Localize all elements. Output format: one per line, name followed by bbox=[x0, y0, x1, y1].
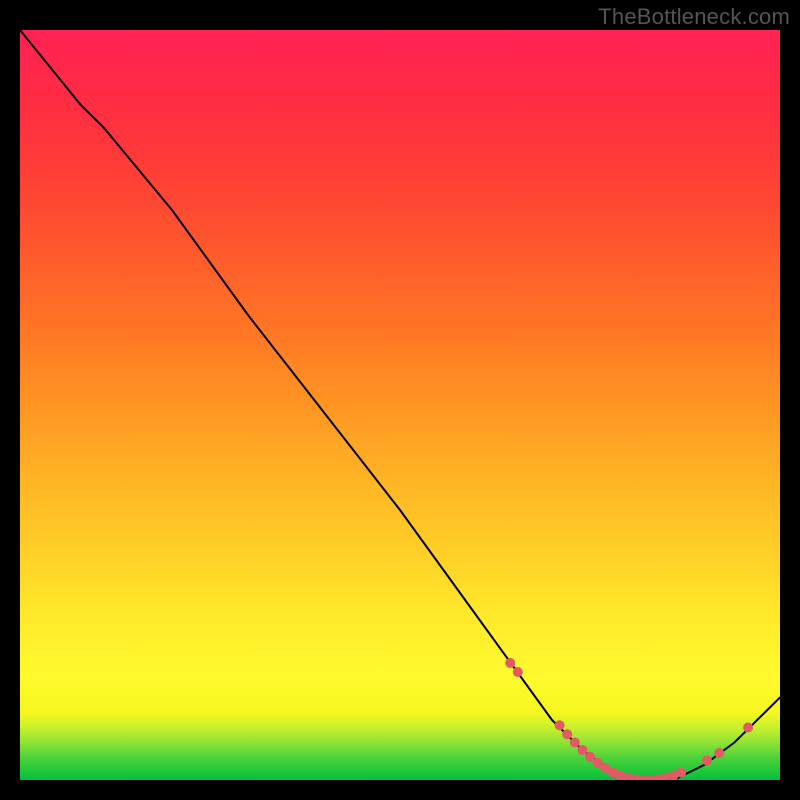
data-point bbox=[570, 738, 580, 748]
data-point bbox=[505, 658, 515, 668]
chart-frame: TheBottleneck.com bbox=[0, 0, 800, 800]
data-point bbox=[702, 756, 712, 766]
data-point bbox=[513, 667, 523, 677]
watermark-text: TheBottleneck.com bbox=[598, 4, 790, 30]
data-point bbox=[577, 745, 587, 755]
data-point bbox=[743, 723, 753, 733]
data-point bbox=[555, 720, 565, 730]
marker-series bbox=[20, 30, 780, 780]
data-point bbox=[714, 748, 724, 758]
data-point bbox=[676, 768, 686, 778]
data-point bbox=[562, 729, 572, 739]
plot-area bbox=[20, 30, 780, 780]
